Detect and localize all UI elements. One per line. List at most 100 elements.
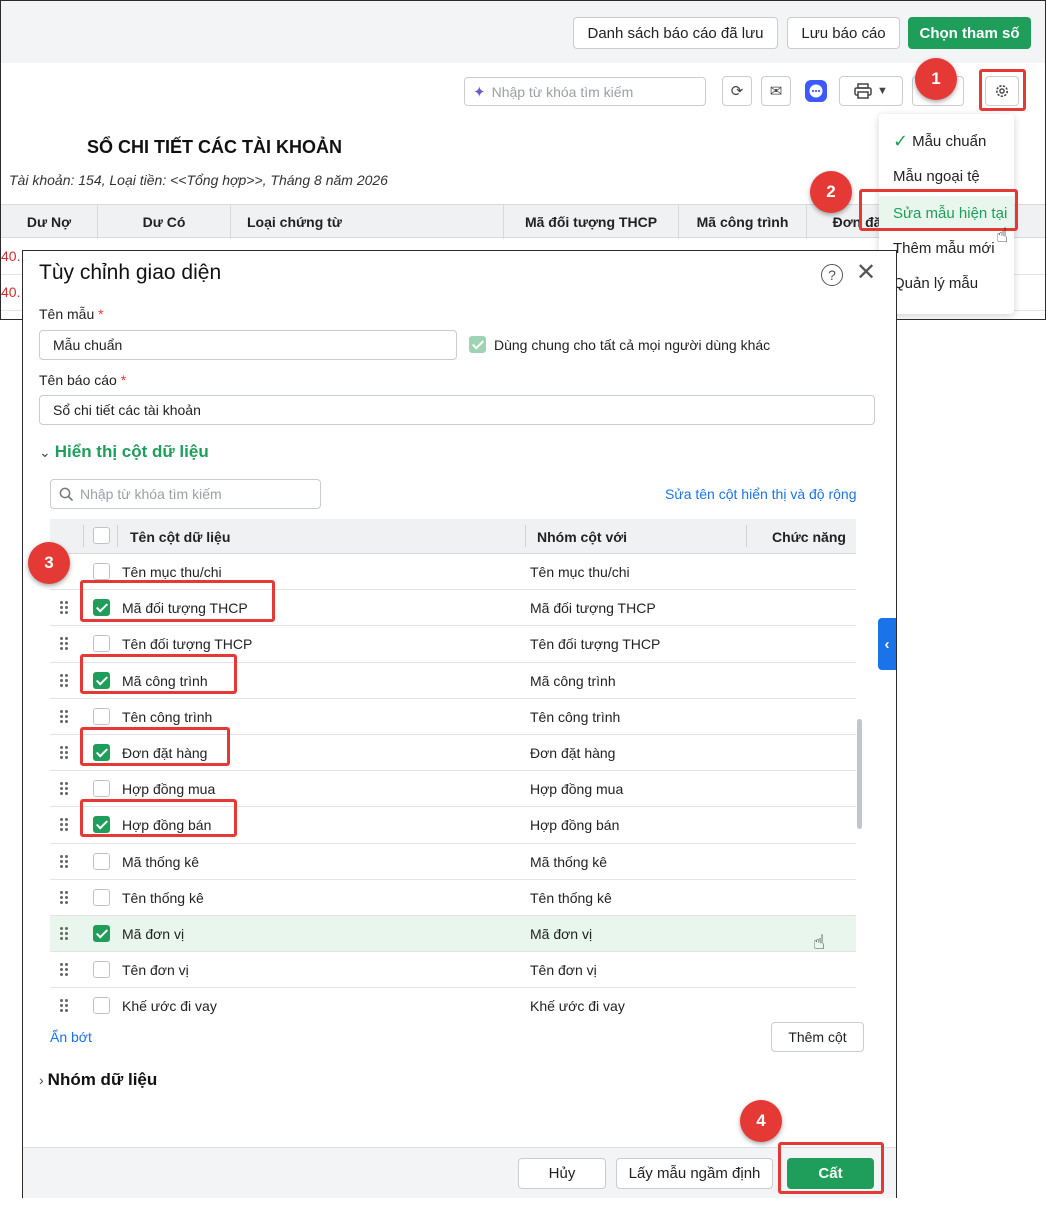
- show-less-link[interactable]: Ẩn bớt: [50, 1029, 92, 1045]
- table-row[interactable]: Mã đơn vị Mã đơn vị: [50, 915, 856, 953]
- row-checkbox[interactable]: [93, 563, 110, 580]
- menu-item-manage-templates[interactable]: Quản lý mẫu: [879, 266, 1014, 300]
- drag-handle-icon[interactable]: [60, 601, 70, 615]
- side-panel-toggle[interactable]: ‹: [878, 618, 896, 670]
- report-name-label-text: Tên báo cáo: [39, 372, 117, 388]
- group-with-cell: Tên đơn vị: [530, 962, 597, 979]
- row-checkbox[interactable]: [93, 780, 110, 798]
- print-button[interactable]: ▼: [839, 76, 903, 106]
- group-with-cell: Tên công trình: [530, 708, 621, 725]
- row-checkbox[interactable]: [93, 888, 110, 906]
- row-checkbox[interactable]: [93, 816, 110, 834]
- menu-item-standard-template[interactable]: ✓ Mẫu chuẩn: [879, 124, 1014, 158]
- refresh-button[interactable]: ⟳: [722, 76, 752, 106]
- default-template-button[interactable]: Lấy mẫu ngầm định: [616, 1158, 773, 1189]
- menu-item-edit-current-template[interactable]: Sửa mẫu hiện tại: [879, 196, 1014, 230]
- group-section-toggle[interactable]: › Nhóm dữ liệu: [39, 1070, 157, 1090]
- group-with-cell: Khế ước đi vay: [530, 998, 625, 1014]
- table-row[interactable]: Tên công trình Tên công trình: [50, 699, 856, 735]
- table-row[interactable]: Hợp đồng bán Hợp đồng bán: [50, 807, 856, 844]
- table-row[interactable]: Mã đối tượng THCP Mã đối tượng THCP: [50, 590, 856, 627]
- group-with-cell: Tên đối tượng THCP: [530, 636, 661, 653]
- select-all-checkbox[interactable]: [93, 527, 110, 544]
- column-search-input[interactable]: Nhập từ khóa tìm kiếm: [50, 479, 321, 509]
- column-name-cell: Khế ước đi vay: [122, 998, 217, 1014]
- column-name-cell: Tên đơn vị: [122, 962, 189, 979]
- table-row[interactable]: Tên thống kê Tên thống kê: [50, 880, 856, 916]
- table-row[interactable]: Mã công trình Mã công trình: [50, 663, 856, 699]
- table-row[interactable]: Hợp đồng mua Hợp đồng mua: [50, 771, 856, 808]
- cancel-button[interactable]: Hủy: [518, 1158, 606, 1189]
- column-name-cell: Tên đối tượng THCP: [122, 636, 253, 653]
- drag-handle-icon[interactable]: [60, 745, 70, 760]
- row-checkbox[interactable]: [93, 924, 110, 942]
- row-checkbox[interactable]: [93, 743, 110, 761]
- col-debit-balance[interactable]: Dư Nợ: [1, 205, 98, 239]
- share-checkbox[interactable]: [469, 336, 486, 353]
- group-with-cell: Tên mục thu/chi: [530, 564, 630, 580]
- required-mark: *: [98, 306, 104, 322]
- column-name-cell: Tên thống kê: [122, 889, 204, 906]
- menu-item-add-template[interactable]: Thêm mẫu mới: [879, 231, 1014, 265]
- chevron-down-icon: ⌄: [39, 444, 51, 460]
- row-checkbox[interactable]: [93, 852, 110, 870]
- menu-item-label: Mẫu chuẩn: [912, 132, 987, 150]
- group-with-cell: Mã công trình: [530, 672, 616, 689]
- table-row[interactable]: Tên mục thu/chi Tên mục thu/chi: [50, 554, 856, 591]
- add-column-button[interactable]: Thêm cột: [771, 1022, 864, 1052]
- drag-handle-icon[interactable]: [60, 854, 70, 869]
- report-search-input[interactable]: ✦ Nhập từ khóa tìm kiếm: [464, 77, 706, 106]
- drag-handle-icon[interactable]: [60, 963, 70, 977]
- drag-handle-icon[interactable]: [60, 999, 70, 1013]
- column-name-cell: Đơn đặt hàng: [122, 744, 208, 761]
- col-project-code[interactable]: Mã công trình: [679, 205, 807, 239]
- report-row-value: 40.: [1, 248, 21, 264]
- col-voucher-type[interactable]: Loại chứng từ: [231, 205, 504, 239]
- hand-cursor-icon: ☝: [996, 225, 1009, 247]
- col-cost-object-code[interactable]: Mã đối tượng THCP: [504, 205, 679, 239]
- choose-params-button[interactable]: Chọn tham số: [908, 17, 1031, 49]
- menu-item-foreign-currency-template[interactable]: Mẫu ngoại tệ: [879, 159, 1014, 193]
- template-name-input[interactable]: Mẫu chuẩn: [39, 330, 457, 360]
- table-row[interactable]: Đơn đặt hàng Đơn đặt hàng: [50, 735, 856, 772]
- drag-handle-icon[interactable]: [60, 890, 70, 905]
- ai-sparkle-icon: ✦: [473, 83, 486, 101]
- row-checkbox[interactable]: [93, 707, 110, 725]
- drag-handle-icon[interactable]: [60, 709, 70, 724]
- column-name-cell: Tên công trình: [122, 708, 213, 725]
- mail-button[interactable]: ✉: [761, 76, 791, 106]
- step-badge-4: 4: [740, 1100, 782, 1142]
- row-checkbox[interactable]: [93, 961, 110, 979]
- report-subtitle: Tài khoản: 154, Loại tiền: <<Tổng hợp>>,…: [9, 172, 388, 188]
- drag-handle-icon[interactable]: [60, 637, 70, 651]
- edit-columns-link[interactable]: Sửa tên cột hiển thị và độ rộng: [665, 486, 857, 502]
- column-name-cell: Mã đối tượng THCP: [122, 600, 248, 617]
- row-checkbox[interactable]: [93, 599, 110, 617]
- table-row[interactable]: Tên đối tượng THCP Tên đối tượng THCP: [50, 626, 856, 663]
- close-icon[interactable]: ✕: [856, 261, 876, 285]
- column-name-cell: Mã thống kê: [122, 853, 200, 870]
- report-name-input[interactable]: Sổ chi tiết các tài khoản: [39, 395, 875, 425]
- printer-icon: [854, 83, 872, 99]
- grid-scrollbar[interactable]: [857, 719, 862, 829]
- columns-section-toggle[interactable]: ⌄ Hiển thị cột dữ liệu: [39, 442, 209, 462]
- drag-handle-icon[interactable]: [60, 673, 70, 688]
- table-row[interactable]: Mã thống kê Mã thống kê: [50, 844, 856, 880]
- saved-reports-button[interactable]: Danh sách báo cáo đã lưu: [573, 17, 778, 49]
- chat-button[interactable]: [801, 76, 831, 106]
- table-row[interactable]: Tên đơn vị Tên đơn vị: [50, 952, 856, 989]
- column-name-cell: Tên mục thu/chi: [122, 564, 222, 580]
- drag-handle-icon[interactable]: [60, 818, 70, 832]
- row-checkbox[interactable]: [93, 635, 110, 653]
- settings-button[interactable]: [985, 76, 1019, 106]
- help-icon[interactable]: ?: [821, 264, 843, 286]
- table-row[interactable]: Khế ước đi vay Khế ước đi vay: [50, 988, 856, 1014]
- row-checkbox[interactable]: [93, 671, 110, 689]
- report-search-placeholder: Nhập từ khóa tìm kiếm: [491, 83, 634, 100]
- drag-handle-icon[interactable]: [60, 782, 70, 796]
- drag-handle-icon[interactable]: [60, 926, 70, 941]
- save-report-button[interactable]: Lưu báo cáo: [787, 17, 900, 49]
- row-checkbox[interactable]: [93, 997, 110, 1014]
- col-credit-balance[interactable]: Dư Có: [98, 205, 231, 239]
- save-button[interactable]: Cất: [787, 1158, 874, 1189]
